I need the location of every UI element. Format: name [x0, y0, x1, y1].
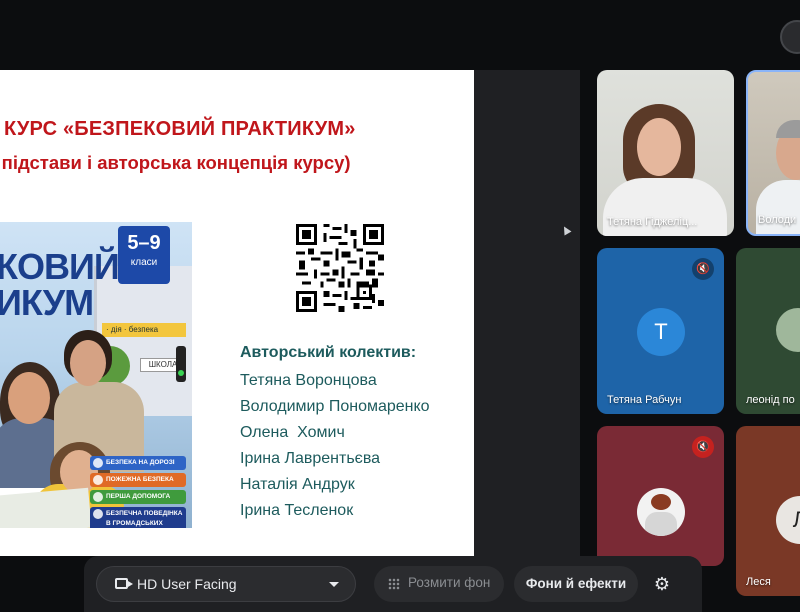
mic-off-icon: 🔇: [692, 258, 714, 280]
grade-badge: 5–9 класи: [118, 226, 170, 284]
traffic-light-icon: [176, 346, 186, 382]
cover-title-line2: ИКУМ: [0, 282, 94, 323]
cover-badge: ПОЖЕЖНА БЕЗПЕКА: [90, 473, 186, 487]
grade-range: 5–9: [127, 232, 161, 254]
avatar-head: [651, 494, 671, 510]
participant-name: Тетяна Рабчун: [607, 394, 682, 406]
cover-child-face: [70, 340, 106, 386]
author-name: Наталія Андрук: [240, 476, 355, 493]
presentation-slide: КУРС «БЕЗПЕКОВИЙ ПРАКТИКУМ» ві підстави …: [0, 70, 474, 556]
participant-video-face: [637, 118, 681, 176]
participant-tile[interactable]: 🔇 Т Тетяна Рабчун: [597, 248, 724, 414]
participant-tile[interactable]: Тетяна Гіджеліц...: [597, 70, 734, 236]
cover-map: [0, 487, 92, 528]
cover-child-face: [8, 372, 50, 424]
account-avatar-icon[interactable]: [780, 20, 800, 54]
video-camera-icon: [115, 578, 133, 589]
camera-select-label: HD User Facing: [137, 576, 237, 592]
cover-badge: ПЕРША ДОПОМОГА: [90, 490, 186, 504]
cover-tagline: · дія · безпека: [102, 323, 186, 337]
participant-name: Леся: [746, 576, 771, 588]
slide-title: КУРС «БЕЗПЕКОВИЙ ПРАКТИКУМ»: [4, 118, 356, 140]
qr-code-icon: [296, 224, 384, 312]
avatar-body: [645, 512, 677, 536]
participant-tile[interactable]: 🔇: [597, 426, 724, 566]
participant-name: Володи: [758, 214, 797, 226]
blur-background-button[interactable]: Розмити фон: [374, 566, 504, 602]
participant-name: Тетяна Гіджеліц...: [607, 216, 698, 228]
book-cover: ШКОЛА КОВИЙ ИКУМ 5–9 класи · дія · безпе…: [0, 222, 192, 528]
cover-badge-list: БЕЗПЕКА НА ДОРОЗІ ПОЖЕЖНА БЕЗПЕКА ПЕРША …: [90, 456, 186, 528]
cover-badge: БЕЗПЕКА НА ДОРОЗІ: [90, 456, 186, 470]
gear-icon[interactable]: ⚙: [652, 574, 672, 594]
chevron-down-icon: [329, 582, 339, 587]
participant-name: леонід по: [746, 394, 795, 406]
presentation-margin: [474, 70, 580, 556]
blur-background-label: Розмити фон: [408, 575, 491, 590]
author-name: Олена Хомич: [240, 424, 345, 441]
blur-icon: [388, 578, 400, 590]
camera-preview-toolbar: HD User Facing Розмити фон Фони й ефекти…: [84, 556, 702, 612]
participant-video-body: [756, 180, 800, 234]
participant-avatar-image: [637, 488, 685, 536]
slide-subtitle: ві підстави і авторська концепція курсу): [0, 152, 351, 173]
author-name: Ірина Тесленок: [240, 502, 354, 519]
author-name: Володимир Пономаренко: [240, 398, 430, 415]
participant-avatar-image: [776, 308, 800, 352]
authors-heading: Авторський колектив:: [240, 344, 417, 361]
top-bar: [0, 0, 800, 68]
authors-list: Тетяна Воронцова Володимир Пономаренко О…: [240, 368, 430, 524]
participant-avatar: Л: [776, 496, 800, 544]
participant-tile[interactable]: Л Леся: [736, 426, 800, 596]
participant-tile-active-speaker[interactable]: Володи: [746, 70, 800, 236]
author-name: Ірина Лаврентьєва: [240, 450, 381, 467]
camera-select[interactable]: HD User Facing: [96, 566, 356, 602]
mic-off-icon: 🔇: [692, 436, 714, 458]
cover-badge: БЕЗПЕЧНА ПОВЕДІНКА В ГРОМАДСЬКИХ МІСЦЯХ …: [90, 507, 186, 528]
participant-avatar: Т: [637, 308, 685, 356]
grade-label: класи: [130, 257, 158, 268]
backgrounds-effects-button[interactable]: Фони й ефекти: [514, 566, 638, 602]
participant-tile[interactable]: леонід по: [736, 248, 800, 414]
author-name: Тетяна Воронцова: [240, 372, 377, 389]
participant-video-hair: [776, 120, 800, 138]
